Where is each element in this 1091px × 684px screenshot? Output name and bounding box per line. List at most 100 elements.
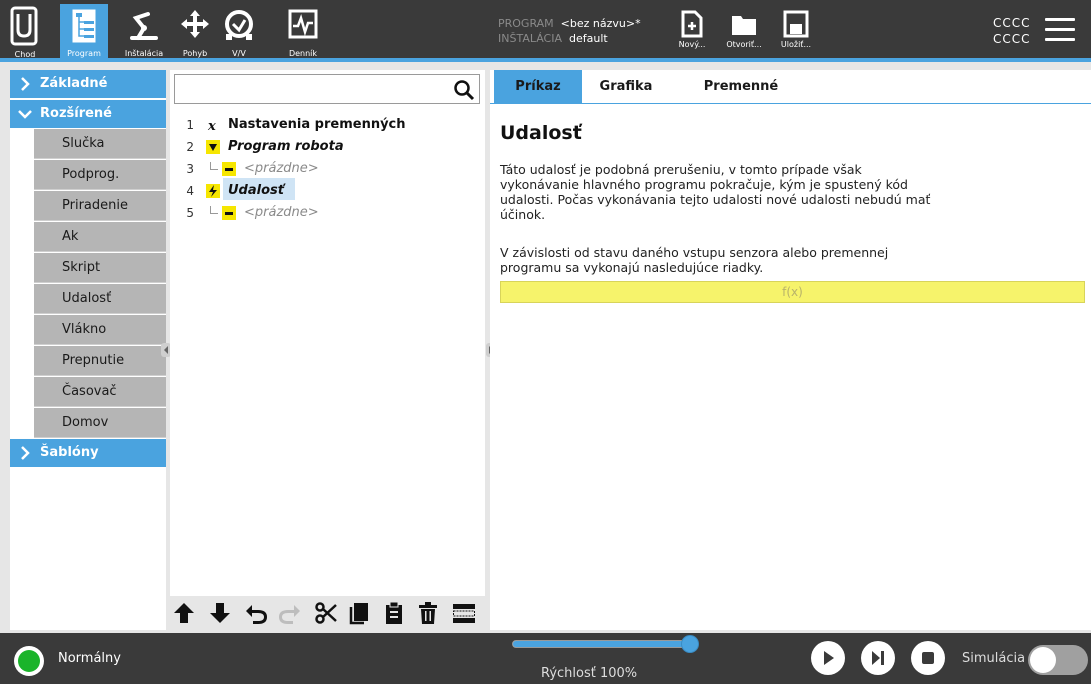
line-number: 1 xyxy=(186,118,194,132)
suppress-icon[interactable] xyxy=(452,601,476,625)
program-tree-icon xyxy=(72,9,96,43)
tree-node-label: <prázdne> xyxy=(244,205,319,220)
tree-row[interactable]: 1 x Nastavenia premenných xyxy=(170,114,485,136)
save-file-label: Uložiť... xyxy=(780,40,812,49)
program-info: PROGRAM <bez názvu>* INŠTALÁCIA default xyxy=(498,16,641,46)
simulation-label: Simulácia xyxy=(962,651,1026,666)
speed-slider-knob[interactable] xyxy=(681,635,699,653)
tree-row[interactable]: 3 <prázdne> xyxy=(170,158,485,180)
status-text-1: CCCC xyxy=(993,16,1031,30)
tree-connector xyxy=(210,162,218,170)
nav-installation-button[interactable]: Inštalácia xyxy=(122,4,166,60)
tree-search-input[interactable] xyxy=(174,74,480,104)
category-basic[interactable]: Základné xyxy=(10,70,166,98)
app-window: Chod Program Inštalácia Pohyb V/V Denník… xyxy=(0,0,1091,684)
robot-status-indicator-icon[interactable] xyxy=(14,646,44,676)
command-item-home[interactable]: Domov xyxy=(34,408,166,438)
nav-run-label: Chod xyxy=(14,50,36,59)
nav-log-button[interactable]: Denník xyxy=(284,4,322,60)
step-button[interactable] xyxy=(861,641,895,675)
nav-move-button[interactable]: Pohyb xyxy=(176,4,214,60)
command-item-event[interactable]: Udalosť xyxy=(34,284,166,314)
tree-node-label: Udalosť xyxy=(228,183,284,198)
description-line: programu sa vykonajú nasledujúce riadky. xyxy=(500,260,764,275)
nav-program-label: Program xyxy=(67,49,101,58)
command-item-if[interactable]: Ak xyxy=(34,222,166,252)
empty-dash-icon xyxy=(222,206,236,220)
program-key-label: PROGRAM xyxy=(498,17,554,30)
program-tree-panel: 1 x Nastavenia premenných 2 Program robo… xyxy=(170,70,485,630)
play-icon xyxy=(824,651,834,665)
line-number: 5 xyxy=(186,206,194,220)
description-line: V závislosti od stavu daného vstupu senz… xyxy=(500,245,889,260)
delete-icon[interactable] xyxy=(416,601,440,625)
command-category-panel: Základné Rozšírené Slučka Podprog. Prira… xyxy=(10,70,166,630)
simulation-toggle[interactable] xyxy=(1028,645,1088,675)
command-item-assignment[interactable]: Priradenie xyxy=(34,191,166,221)
save-file-button[interactable]: Uložiť... xyxy=(776,10,816,60)
paste-icon[interactable] xyxy=(382,601,406,625)
category-templates[interactable]: Šablóny xyxy=(10,439,166,467)
command-item-timer[interactable]: Časovač xyxy=(34,377,166,407)
new-file-button[interactable]: Nový... xyxy=(672,10,712,60)
command-detail-panel: Príkaz Grafika Premenné Udalosť Táto uda… xyxy=(490,70,1091,630)
robot-status-text: Normálny xyxy=(58,651,121,666)
command-item-switch[interactable]: Prepnutie xyxy=(34,346,166,376)
simulation-toggle-knob xyxy=(1030,647,1056,673)
log-pulse-icon xyxy=(288,9,318,39)
search-icon[interactable] xyxy=(453,79,475,101)
new-file-label: Nový... xyxy=(678,40,706,49)
command-item-script[interactable]: Skript xyxy=(34,253,166,283)
status-text-2: CCCC xyxy=(993,32,1031,46)
description-line: udalosti. Počas vykonávania tejto udalos… xyxy=(500,192,931,207)
stop-button[interactable] xyxy=(911,641,945,675)
category-advanced[interactable]: Rozšírené xyxy=(10,100,166,128)
speed-slider[interactable] xyxy=(512,635,699,653)
expression-input[interactable]: f(x) xyxy=(500,281,1085,303)
line-number: 2 xyxy=(186,140,194,154)
play-button[interactable] xyxy=(811,641,845,675)
hamburger-menu-icon[interactable] xyxy=(1045,18,1075,42)
speed-slider-fill xyxy=(513,641,691,647)
category-templates-label: Šablóny xyxy=(40,445,99,460)
variable-x-icon: x xyxy=(207,119,216,132)
chevron-right-icon xyxy=(21,446,30,460)
tree-row[interactable]: 2 Program robota xyxy=(170,136,485,158)
command-item-subprogram[interactable]: Podprog. xyxy=(34,160,166,190)
category-advanced-label: Rozšírené xyxy=(40,106,113,121)
save-disk-icon xyxy=(783,10,809,38)
open-file-button[interactable]: Otvoriť... xyxy=(724,10,764,60)
open-file-label: Otvoriť... xyxy=(726,40,762,49)
tree-node-label: <prázdne> xyxy=(244,161,319,176)
nav-move-label: Pohyb xyxy=(182,49,208,58)
tree-row[interactable]: 5 <prázdne> xyxy=(170,202,485,224)
program-name-value: <bez názvu>* xyxy=(560,17,641,30)
stop-icon xyxy=(922,652,934,664)
folder-icon xyxy=(732,16,756,35)
copy-icon[interactable] xyxy=(348,601,372,625)
step-icon xyxy=(872,651,884,665)
move-down-icon[interactable] xyxy=(208,601,232,625)
redo-icon[interactable] xyxy=(278,601,302,625)
tab-bar: Príkaz Grafika Premenné xyxy=(490,70,1091,104)
nav-installation-label: Inštalácia xyxy=(124,49,164,58)
ur-logo-icon xyxy=(10,6,38,46)
tab-variables[interactable]: Premenné xyxy=(686,70,796,104)
chevron-right-icon xyxy=(21,77,30,91)
tab-command[interactable]: Príkaz xyxy=(494,70,582,104)
command-title: Udalosť xyxy=(500,122,582,144)
description-line: účinok. xyxy=(500,207,546,222)
description-line: vykonávanie hlavného programu pokračuje,… xyxy=(500,177,908,192)
tab-graphics[interactable]: Grafika xyxy=(586,70,666,104)
tree-row-selected[interactable]: 4 Udalosť xyxy=(170,180,485,202)
svg-text:x: x xyxy=(207,119,216,132)
move-up-icon[interactable] xyxy=(172,601,196,625)
nav-io-label: V/V xyxy=(232,49,246,58)
top-header-bar: Chod Program Inštalácia Pohyb V/V Denník… xyxy=(0,0,1091,62)
nav-program-button[interactable]: Program xyxy=(60,4,108,60)
nav-io-button[interactable]: V/V xyxy=(220,4,258,60)
command-item-thread[interactable]: Vlákno xyxy=(34,315,166,345)
undo-icon[interactable] xyxy=(244,601,268,625)
command-item-loop[interactable]: Slučka xyxy=(34,129,166,159)
cut-icon[interactable] xyxy=(314,601,338,625)
